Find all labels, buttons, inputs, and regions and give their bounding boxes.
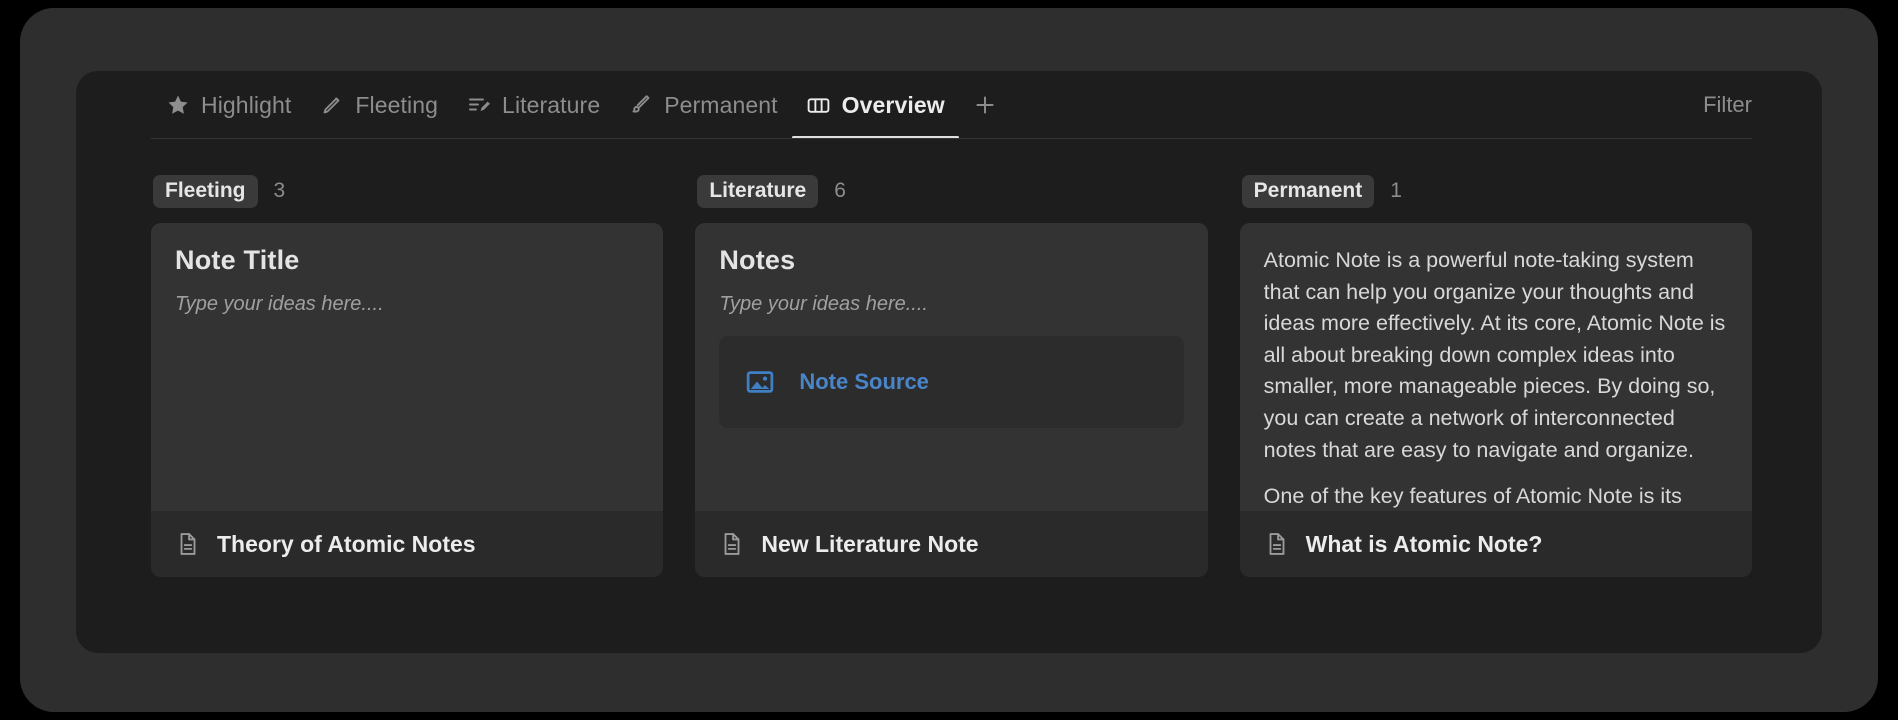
card-footer-label: New Literature Note	[761, 530, 979, 557]
card-fleeting[interactable]: Note Title Type your ideas here.... Theo…	[151, 223, 664, 577]
card-placeholder: Type your ideas here....	[719, 293, 928, 315]
tab-permanent[interactable]: Permanent	[614, 71, 791, 139]
card-body[interactable]: Notes Type your ideas here.... Note Sour…	[695, 223, 1208, 511]
tab-fleeting[interactable]: Fleeting	[305, 71, 452, 139]
brush-icon	[628, 92, 654, 118]
tab-highlight-label: Highlight	[201, 91, 292, 118]
column-header-literature: Literature 6	[695, 167, 1207, 215]
card-title: Notes	[719, 245, 796, 275]
card-literature[interactable]: Notes Type your ideas here.... Note Sour…	[695, 223, 1208, 577]
plus-icon	[976, 96, 994, 114]
tab-strip: Highlight Fleeting Literature Permanent …	[151, 71, 1007, 139]
list-pencil-icon	[466, 92, 492, 118]
card-paragraph-1: Atomic Note is a powerful note-taking sy…	[1263, 248, 1726, 462]
document-icon	[724, 533, 740, 555]
column-fleeting: Fleeting 3 Note Title Type your ideas he…	[151, 167, 664, 653]
card-body[interactable]: Note Title Type your ideas here....	[151, 223, 664, 511]
card-paragraph-2: One of the key features of Atomic Note i…	[1263, 484, 1682, 509]
column-literature: Literature 6 Notes Type your ideas here.…	[695, 167, 1208, 653]
column-count-literature: 6	[834, 179, 846, 202]
column-header-fleeting: Fleeting 3	[151, 167, 663, 215]
add-tab-button[interactable]	[963, 71, 1007, 139]
card-body[interactable]: Atomic Note is a powerful note-taking sy…	[1239, 223, 1752, 511]
tab-highlight[interactable]: Highlight	[151, 71, 305, 139]
image-icon	[747, 371, 774, 393]
card-footer-label: Theory of Atomic Notes	[217, 530, 476, 557]
tab-permanent-label: Permanent	[664, 91, 778, 118]
tab-overview[interactable]: Overview	[791, 71, 959, 139]
tab-literature[interactable]: Literature	[452, 71, 614, 139]
filter-label: Filter	[1703, 92, 1752, 117]
tab-overview-label: Overview	[841, 91, 945, 118]
tab-fleeting-label: Fleeting	[355, 91, 439, 118]
tab-bar: Highlight Fleeting Literature Permanent …	[76, 71, 1822, 155]
board: Fleeting 3 Note Title Type your ideas he…	[151, 167, 1752, 653]
card-footer[interactable]: Theory of Atomic Notes	[151, 511, 664, 577]
star-icon	[165, 92, 191, 118]
app-panel: Highlight Fleeting Literature Permanent …	[76, 71, 1822, 653]
note-source-chip[interactable]: Note Source	[719, 336, 1184, 428]
column-permanent: Permanent 1 Atomic Note is a powerful no…	[1239, 167, 1752, 653]
filter-button[interactable]: Filter	[1703, 71, 1752, 139]
card-footer[interactable]: New Literature Note	[695, 511, 1208, 577]
document-icon	[180, 533, 196, 555]
card-placeholder: Type your ideas here....	[175, 293, 384, 315]
tab-bar-divider	[151, 138, 1752, 139]
columns-icon	[806, 92, 832, 118]
tab-literature-label: Literature	[502, 91, 601, 118]
column-header-permanent: Permanent 1	[1240, 167, 1752, 215]
column-chip-literature[interactable]: Literature	[697, 174, 819, 208]
note-source-label: Note Source	[799, 369, 929, 394]
pencil-icon	[319, 92, 345, 118]
document-icon	[1269, 533, 1285, 555]
column-count-fleeting: 3	[273, 179, 286, 202]
card-permanent[interactable]: Atomic Note is a powerful note-taking sy…	[1239, 223, 1752, 577]
card-footer-label: What is Atomic Note?	[1305, 530, 1543, 557]
column-chip-fleeting[interactable]: Fleeting	[153, 174, 258, 208]
app-window: Highlight Fleeting Literature Permanent …	[20, 8, 1878, 712]
column-count-permanent: 1	[1390, 179, 1402, 202]
card-footer[interactable]: What is Atomic Note?	[1239, 511, 1752, 577]
card-title: Note Title	[175, 245, 300, 275]
column-chip-permanent[interactable]: Permanent	[1241, 174, 1375, 208]
